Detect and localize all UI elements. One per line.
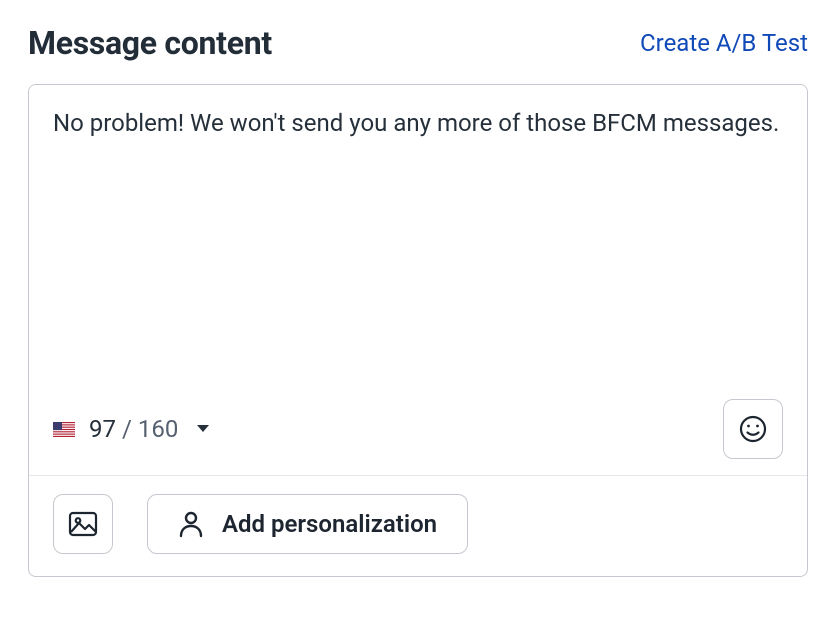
us-flag-icon xyxy=(53,422,75,437)
char-count-dropdown[interactable]: 97 / 160 xyxy=(53,415,210,443)
emoji-picker-button[interactable] xyxy=(723,399,783,459)
message-editor-panel: 97 / 160 xyxy=(28,84,808,577)
char-limit: 160 xyxy=(138,415,178,443)
current-count: 97 xyxy=(89,415,116,443)
message-textarea[interactable] xyxy=(29,85,807,385)
char-count-text: 97 / 160 xyxy=(89,415,178,443)
section-header: Message content Create A/B Test xyxy=(28,24,808,62)
add-personalization-button[interactable]: Add personalization xyxy=(147,494,468,554)
section-title: Message content xyxy=(28,24,272,62)
caret-down-icon xyxy=(196,424,210,434)
image-icon xyxy=(68,511,98,537)
add-personalization-label: Add personalization xyxy=(222,510,437,538)
create-ab-test-link[interactable]: Create A/B Test xyxy=(640,29,808,57)
smiley-icon xyxy=(738,414,768,444)
person-icon xyxy=(178,510,204,538)
character-count-row: 97 / 160 xyxy=(29,389,807,476)
insert-image-button[interactable] xyxy=(53,494,113,554)
editor-toolbar: Add personalization xyxy=(29,476,807,576)
count-separator: / xyxy=(122,415,132,443)
